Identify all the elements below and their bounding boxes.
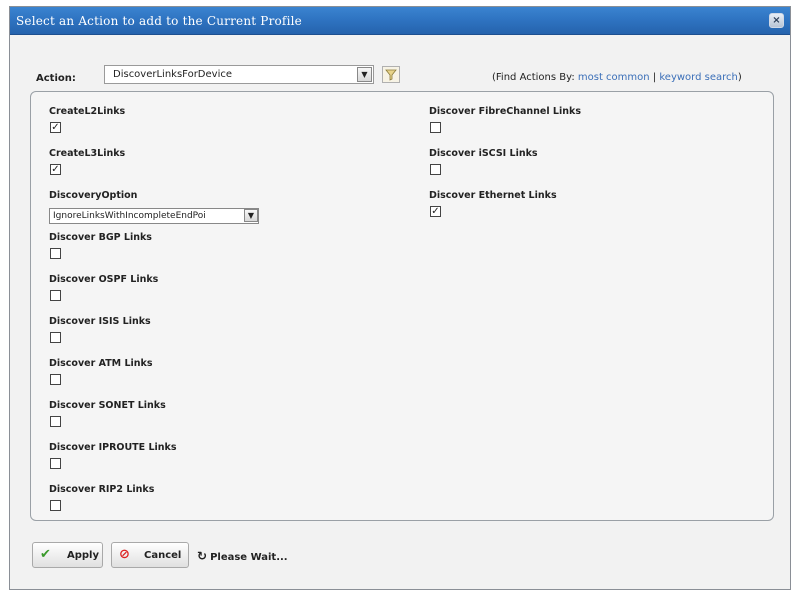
discover-ethernet-links-checkbox[interactable]: ✓ — [430, 206, 441, 217]
discover-fibrechannel-links-checkbox[interactable] — [430, 122, 441, 133]
find-actions-by: (Find Actions By: most common | keyword … — [492, 72, 742, 83]
dialog-title: Select an Action to add to the Current P… — [16, 14, 302, 28]
field-label: Discover RIP2 Links — [49, 484, 155, 495]
discover-bgp-links-checkbox[interactable] — [50, 248, 61, 259]
field-label: Discover IPROUTE Links — [49, 442, 177, 453]
action-select-value: DiscoverLinksForDevice — [113, 69, 232, 80]
refresh-icon: ↻ — [197, 549, 208, 563]
action-label: Action: — [36, 73, 76, 84]
field-discover-fibrechannel-links: Discover FibreChannel Links — [429, 106, 581, 133]
most-common-link[interactable]: most common — [578, 72, 650, 83]
close-button[interactable]: × — [769, 13, 784, 28]
discover-iproute-links-checkbox[interactable] — [50, 458, 61, 469]
chevron-down-icon[interactable]: ▼ — [357, 67, 372, 82]
field-discover-sonet-links: Discover SONET Links — [49, 400, 166, 427]
field-label: Discover ATM Links — [49, 358, 153, 369]
field-label: DiscoveryOption — [49, 190, 138, 201]
field-label: Discover SONET Links — [49, 400, 166, 411]
field-discover-ethernet-links: Discover Ethernet Links ✓ — [429, 190, 557, 217]
wait-text: Please Wait... — [210, 552, 288, 563]
action-select[interactable]: DiscoverLinksForDevice ▼ — [104, 65, 374, 84]
field-discover-atm-links: Discover ATM Links — [49, 358, 153, 385]
field-discoveryoption: DiscoveryOption IgnoreLinksWithIncomplete… — [49, 190, 259, 224]
createl3links-checkbox[interactable]: ✓ — [50, 164, 61, 175]
action-row: Action: DiscoverLinksForDevice ▼ (Find A… — [10, 63, 790, 89]
cancel-icon: ⊘ — [119, 547, 130, 562]
checkmark-icon: ✔ — [40, 547, 51, 562]
filter-icon[interactable] — [382, 66, 400, 83]
field-discover-iproute-links: Discover IPROUTE Links — [49, 442, 177, 469]
dialog-footer: ✔ Apply ⊘ Cancel ↻ Please Wait... — [10, 538, 790, 578]
cancel-label: Cancel — [144, 550, 182, 561]
field-discover-rip2-links: Discover RIP2 Links — [49, 484, 155, 511]
apply-button[interactable]: ✔ Apply — [32, 542, 103, 568]
field-label: Discover iSCSI Links — [429, 148, 538, 159]
chevron-down-icon[interactable]: ▼ — [244, 209, 258, 222]
field-discover-iscsi-links: Discover iSCSI Links — [429, 148, 538, 175]
select-value: IgnoreLinksWithIncompleteEndPoi — [53, 211, 206, 221]
discoveryoption-select[interactable]: IgnoreLinksWithIncompleteEndPoi ▼ — [49, 208, 259, 224]
field-discover-ospf-links: Discover OSPF Links — [49, 274, 159, 301]
cancel-button[interactable]: ⊘ Cancel — [111, 542, 189, 568]
field-createl2links: CreateL2Links ✓ — [49, 106, 126, 133]
discover-rip2-links-checkbox[interactable] — [50, 500, 61, 511]
field-label: CreateL3Links — [49, 148, 126, 159]
apply-label: Apply — [67, 550, 100, 561]
link-separator: | — [652, 72, 657, 83]
discover-isis-links-checkbox[interactable] — [50, 332, 61, 343]
keyword-search-link[interactable]: keyword search — [659, 72, 737, 83]
field-label: Discover FibreChannel Links — [429, 106, 581, 117]
find-suffix: ) — [737, 72, 742, 83]
field-label: Discover BGP Links — [49, 232, 152, 243]
find-prefix: (Find Actions By: — [492, 72, 575, 83]
field-discover-isis-links: Discover ISIS Links — [49, 316, 151, 343]
dialog-titlebar: Select an Action to add to the Current P… — [10, 7, 790, 35]
field-label: Discover OSPF Links — [49, 274, 159, 285]
discover-ospf-links-checkbox[interactable] — [50, 290, 61, 301]
field-createl3links: CreateL3Links ✓ — [49, 148, 126, 175]
field-label: Discover Ethernet Links — [429, 190, 557, 201]
discover-atm-links-checkbox[interactable] — [50, 374, 61, 385]
field-label: Discover ISIS Links — [49, 316, 151, 327]
field-discover-bgp-links: Discover BGP Links — [49, 232, 152, 259]
field-label: CreateL2Links — [49, 106, 126, 117]
action-dialog: Select an Action to add to the Current P… — [9, 6, 791, 590]
createl2links-checkbox[interactable]: ✓ — [50, 122, 61, 133]
discover-sonet-links-checkbox[interactable] — [50, 416, 61, 427]
wait-status: ↻ Please Wait... — [197, 549, 288, 563]
parameters-panel: CreateL2Links ✓ CreateL3Links ✓ DiscoveryOpt… — [30, 91, 774, 521]
discover-iscsi-links-checkbox[interactable] — [430, 164, 441, 175]
